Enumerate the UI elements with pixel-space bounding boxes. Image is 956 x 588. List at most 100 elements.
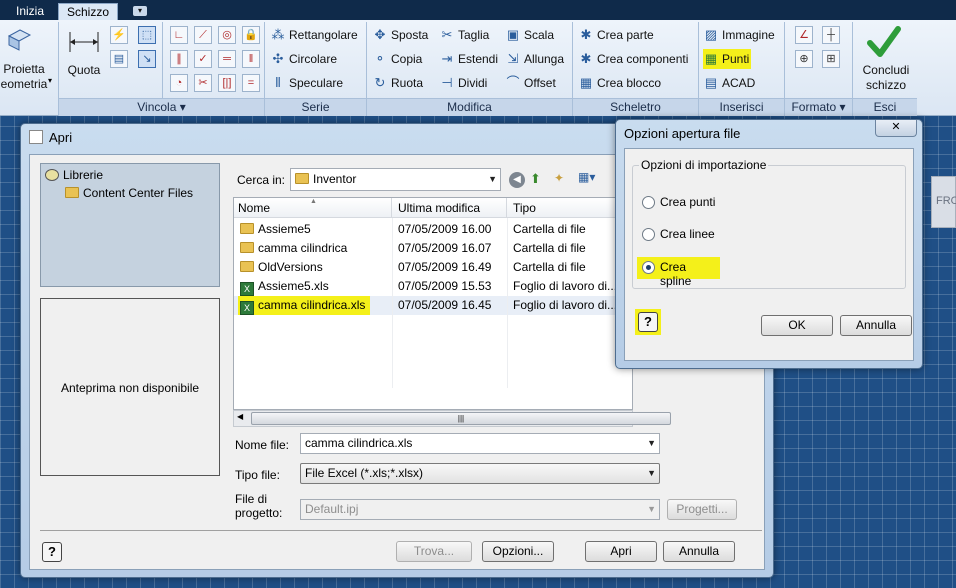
rectangular-pattern-button[interactable]: ⁂ Rettangolare <box>270 25 358 45</box>
option-create-lines[interactable]: Crea linee <box>642 227 752 243</box>
library-root-item[interactable]: Librerie <box>45 168 103 182</box>
cancel-button[interactable]: Annulla <box>663 541 735 562</box>
file-type-value: File Excel (*.xls;*.xlsx) <box>305 466 424 480</box>
symmetric-constraint-icon[interactable]: [|] <box>218 74 236 92</box>
checkmark-icon[interactable] <box>866 24 902 60</box>
mirror-button[interactable]: ⫴ Speculare <box>270 73 343 93</box>
column-header-date[interactable]: Ultima modifica <box>392 198 507 218</box>
parallel-constraint-icon[interactable]: ∥ <box>170 50 188 68</box>
up-folder-icon[interactable]: ⬆ <box>530 171 548 187</box>
move-button[interactable]: ✥ Sposta <box>372 25 429 45</box>
insert-acad-button[interactable]: ▤ ACAD <box>703 73 756 93</box>
horizontal-constraint-icon[interactable]: ═ <box>218 50 236 68</box>
radio-create-lines[interactable] <box>642 228 655 241</box>
rotate-button[interactable]: ↻ Ruota <box>372 73 423 93</box>
group-formato[interactable]: Formato ▾ <box>785 98 852 116</box>
dimension-icon[interactable] <box>68 30 100 54</box>
center-point-icon[interactable]: ⊕ <box>795 50 813 68</box>
table-row[interactable]: X Assieme5.xls 07/05/2009 15.53 Foglio di… <box>234 277 632 296</box>
project-geometry-icon[interactable] <box>6 26 32 52</box>
circular-pattern-button[interactable]: ✣ Circolare <box>270 49 337 69</box>
project-file-value: Default.ipj <box>305 502 359 516</box>
find-button[interactable]: Trova... <box>396 541 472 562</box>
extend-label: Estendi <box>458 52 499 66</box>
trim-button[interactable]: ✂ Taglia <box>439 25 490 45</box>
select-constraint-icon[interactable]: ⬚ <box>138 26 156 44</box>
infer-constraints-icon[interactable]: ↘ <box>138 50 156 68</box>
close-button[interactable]: ✕ <box>875 120 917 137</box>
make-part-button[interactable]: ✱ Crea parte <box>578 25 654 45</box>
help-icon[interactable]: ? <box>638 312 658 332</box>
open-button[interactable]: Apri <box>585 541 657 562</box>
ok-button[interactable]: OK <box>761 315 833 336</box>
concentric-constraint-icon[interactable]: ◎ <box>218 26 236 44</box>
stretch-button[interactable]: ⇲ Allunga <box>505 49 564 69</box>
library-child-item[interactable]: Content Center Files <box>65 186 193 200</box>
table-row[interactable]: camma cilindrica 07/05/2009 16.07 Cartel… <box>234 239 632 258</box>
new-folder-icon[interactable]: ✦ <box>554 171 572 187</box>
horizontal-scrollbar[interactable]: ◀ ||| <box>233 410 671 427</box>
file-name-combobox[interactable]: camma cilindrica.xls ▼ <box>300 433 660 454</box>
offset-button[interactable]: ⌒ Offset <box>505 73 555 93</box>
tab-inizia[interactable]: Inizia <box>8 3 52 20</box>
rectangular-pattern-label: Rettangolare <box>289 28 358 42</box>
option-create-points[interactable]: Crea punti <box>642 195 752 211</box>
collinear-constraint-icon[interactable]: ✂ <box>194 74 212 92</box>
folder-icon <box>240 242 254 253</box>
look-in-dropdown[interactable]: Inventor ▼ <box>290 168 501 191</box>
table-row-selected[interactable]: Xcamma cilindrica.xls 07/05/2009 16.45 F… <box>234 296 632 315</box>
scale-button[interactable]: ▣ Scala <box>505 25 554 45</box>
view-cube[interactable]: FRO <box>931 176 956 228</box>
finish-sketch-button[interactable]: Concludi schizzo <box>856 63 916 93</box>
help-icon[interactable]: ? <box>42 542 62 562</box>
option-create-spline[interactable]: Crea spline <box>637 257 720 288</box>
coincident-constraint-icon[interactable]: ⟋ <box>194 26 212 44</box>
file-list[interactable]: Nome ▲ Ultima modifica Tipo Assieme5 07/… <box>233 197 633 410</box>
insert-points-button[interactable]: ▦ Punti <box>703 49 752 69</box>
radio-create-spline[interactable] <box>642 261 655 274</box>
scale-label: Scala <box>524 28 555 42</box>
create-block-button[interactable]: ▦ Crea blocco <box>578 73 661 93</box>
table-row[interactable]: OldVersions 07/05/2009 16.49 Cartella di… <box>234 258 632 277</box>
option-create-spline-label: Crea spline <box>660 260 692 288</box>
radio-create-points[interactable] <box>642 196 655 209</box>
file-date: 07/05/2009 15.53 <box>398 279 492 293</box>
centerline-icon[interactable]: ┼ <box>822 26 840 44</box>
insert-image-button[interactable]: ▨ Immagine <box>703 25 775 45</box>
options-button[interactable]: Opzioni... <box>482 541 554 562</box>
dimension-button[interactable]: Quota <box>62 63 106 78</box>
copy-button[interactable]: ⚬ Copia <box>372 49 423 69</box>
column-name-label: Nome <box>238 201 271 215</box>
chevron-down-icon: ▼ <box>647 504 656 514</box>
project-geometry-button[interactable]: Proietta eometria <box>0 62 48 92</box>
tab-schizzo[interactable]: Schizzo <box>58 3 119 20</box>
split-button[interactable]: ⊣ Dividi <box>439 73 487 93</box>
extend-button[interactable]: ⇥ Estendi <box>439 49 498 69</box>
file-name: OldVersions <box>258 260 323 274</box>
project-file-dropdown[interactable]: Default.ipj ▼ <box>300 499 660 520</box>
driven-dimension-icon[interactable]: ⊞ <box>822 50 840 68</box>
show-constraints-icon[interactable]: ▤ <box>110 50 128 68</box>
chevron-down-icon[interactable]: ▾ <box>48 76 52 85</box>
perpendicular-constraint-icon[interactable]: ∟ <box>170 26 188 44</box>
file-type-dropdown[interactable]: File Excel (*.xls;*.xlsx) ▼ <box>300 463 660 484</box>
group-vincola[interactable]: Vincola ▾ <box>59 98 264 116</box>
libraries-panel[interactable]: Librerie Content Center Files <box>40 163 220 287</box>
options-cancel-button[interactable]: Annulla <box>840 315 912 336</box>
view-menu-icon[interactable]: ▦▾ <box>578 170 604 188</box>
scroll-left-icon[interactable]: ◀ <box>237 412 243 421</box>
vertical-constraint-icon[interactable]: ‖ <box>242 50 260 68</box>
make-components-button[interactable]: ✱ Crea componenti <box>578 49 689 69</box>
tangent-constraint-icon[interactable]: ✓ <box>194 50 212 68</box>
table-row[interactable]: Assieme5 07/05/2009 16.00 Cartella di fi… <box>234 220 632 239</box>
construction-line-icon[interactable]: ∠ <box>795 26 813 44</box>
back-icon[interactable]: ◀ <box>509 172 525 188</box>
quick-access-dropdown-icon[interactable]: ▾ <box>133 6 147 16</box>
column-divider <box>392 218 393 388</box>
fix-constraint-icon[interactable]: 🔒 <box>242 26 260 44</box>
scroll-thumb[interactable]: ||| <box>251 412 671 425</box>
projects-button[interactable]: Progetti... <box>667 499 737 520</box>
equal-constraint-icon[interactable]: = <box>242 74 260 92</box>
auto-dimension-icon[interactable]: ⚡ <box>110 26 128 44</box>
smooth-constraint-icon[interactable]: ◔ <box>170 74 188 92</box>
